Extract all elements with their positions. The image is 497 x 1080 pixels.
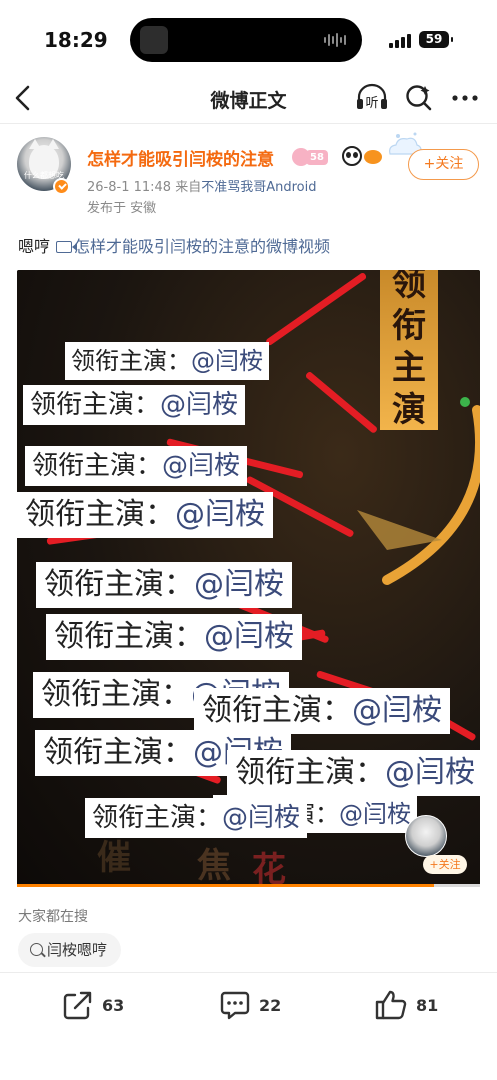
search-icon [30, 943, 43, 956]
search-icon[interactable] [404, 82, 434, 112]
caption-overlay: 领衔主演：@闫桉 [227, 750, 480, 796]
caption-role: 领衔主演： [32, 451, 163, 481]
video-player[interactable]: 领 衔 主 演 催 焦 花 领衔主演：@闫桉 领衔主演：@闫桉 领衔主演：@闫桉 领衔… [17, 270, 480, 886]
caption-role: 领衔主演： [71, 347, 191, 375]
thumbs-up-icon [375, 990, 407, 1020]
dynamic-island [130, 18, 362, 62]
caption-overlay: 领衔主演：@闫桉 [194, 688, 450, 734]
caption-overlay: 领衔主演：@闫桉 [36, 562, 292, 608]
caption-overlay: 领衔主演：@闫桉 [46, 614, 302, 660]
listen-label: 听 [365, 96, 378, 111]
status-time: 18:29 [44, 28, 108, 52]
battery-level: 59 [425, 32, 443, 46]
panda-badge-icon[interactable] [342, 146, 362, 166]
follow-button[interactable]: +关注 [408, 149, 479, 180]
audio-wave-icon [324, 32, 348, 48]
comment-icon [220, 991, 250, 1020]
caption-overlay: 领衔主演：@闫桉 [65, 342, 269, 380]
caption-role: 领衔主演： [54, 619, 204, 654]
bottom-char-2: 焦 [197, 846, 231, 886]
comment-button[interactable]: 22 [219, 988, 281, 1022]
caption-mention: @闫桉 [160, 390, 239, 420]
caption-overlay: 领衔主演：@闫桉 [17, 492, 273, 538]
video-progress-bar[interactable] [17, 884, 480, 887]
hot-search-term: 闫桉嗯哼 [47, 941, 108, 959]
caption-role: 领衔主演： [43, 735, 193, 770]
user-level: 58 [306, 150, 328, 165]
like-count: 81 [416, 995, 439, 1015]
share-icon [63, 991, 92, 1020]
caption-overlay: 领衔主演：@闫桉 [23, 385, 246, 425]
caption-mention: @闫桉 [194, 567, 284, 602]
author-name[interactable]: 怎样才能吸引闫桉的注意 [87, 145, 274, 170]
caption-role: 领衔主演： [92, 803, 223, 833]
signal-icon [389, 34, 411, 48]
video-progress-fill [17, 884, 434, 887]
like-button[interactable]: 81 [374, 988, 438, 1022]
caption-role: 领衔主演： [30, 390, 161, 420]
video-link[interactable]: 怎样才能吸引闫桉的注意的微博视频 [74, 237, 330, 256]
banner-char-2: 衔 [392, 306, 426, 346]
post-timestamp: 26-8-1 11:48 [87, 180, 172, 195]
banner-char-3: 主 [392, 348, 426, 388]
comment-count: 22 [259, 995, 282, 1015]
caption-overlay: 领衔主演：@闫桉 [85, 798, 308, 838]
hot-search-chip[interactable]: 闫桉嗯哼 [18, 933, 122, 967]
video-follow-button[interactable]: +关注 [423, 855, 467, 874]
post-location: 发布于 安徽 [87, 201, 157, 216]
header-divider [0, 123, 497, 124]
fish-badge-icon[interactable] [364, 150, 382, 164]
nav-bar: 微博正文 听 [0, 80, 497, 120]
caption-mention: @闫桉 [191, 347, 263, 375]
bottom-char-3: 花 [252, 850, 286, 886]
caption-role: 领衔主演： [44, 567, 194, 602]
video-link-icon [56, 241, 78, 253]
caption-mention: @闫桉 [204, 619, 294, 654]
action-bar-divider [0, 972, 497, 973]
user-level-badge[interactable]: 58 [292, 148, 338, 166]
caption-role: 领衔主演： [25, 497, 175, 532]
video-author-avatar[interactable] [405, 815, 447, 857]
caption-role: 领衔主演： [41, 677, 191, 712]
source-prefix: 来自 [175, 180, 202, 195]
share-button[interactable]: 63 [62, 988, 124, 1022]
hot-search-title: 大家都在搜 [18, 909, 88, 925]
listen-headphones-icon[interactable]: 听 [355, 82, 389, 112]
share-count: 63 [102, 995, 125, 1015]
status-bar: 18:29 59 [0, 0, 497, 80]
more-options-icon[interactable] [450, 86, 480, 110]
caption-mention: @闫桉 [162, 451, 241, 481]
now-playing-thumbnail [140, 26, 168, 54]
post-text: 嗯哼 怎样才能吸引闫桉的注意的微博视频 [18, 233, 330, 257]
verified-badge-icon [53, 178, 70, 195]
caption-mention: @闫桉 [352, 693, 442, 728]
post-source-link[interactable]: 不准骂我哥Android [201, 180, 316, 195]
caption-mention: @闫桉 [385, 755, 475, 790]
caption-role: 领衔主演： [235, 755, 385, 790]
banner-char-1: 领 [392, 270, 426, 304]
post-body: 嗯哼 [18, 237, 51, 256]
battery-icon: 59 [419, 31, 453, 48]
caption-mention: @闫桉 [222, 803, 301, 833]
caption-overlay: 领衔主演：@闫桉 [25, 446, 248, 486]
caption-role: 领衔主演： [202, 693, 352, 728]
post-meta: 26-8-1 11:48 来自不准骂我哥Android [87, 176, 316, 195]
caption-mention: @闫桉 [339, 800, 411, 828]
caption-mention: @闫桉 [175, 497, 265, 532]
